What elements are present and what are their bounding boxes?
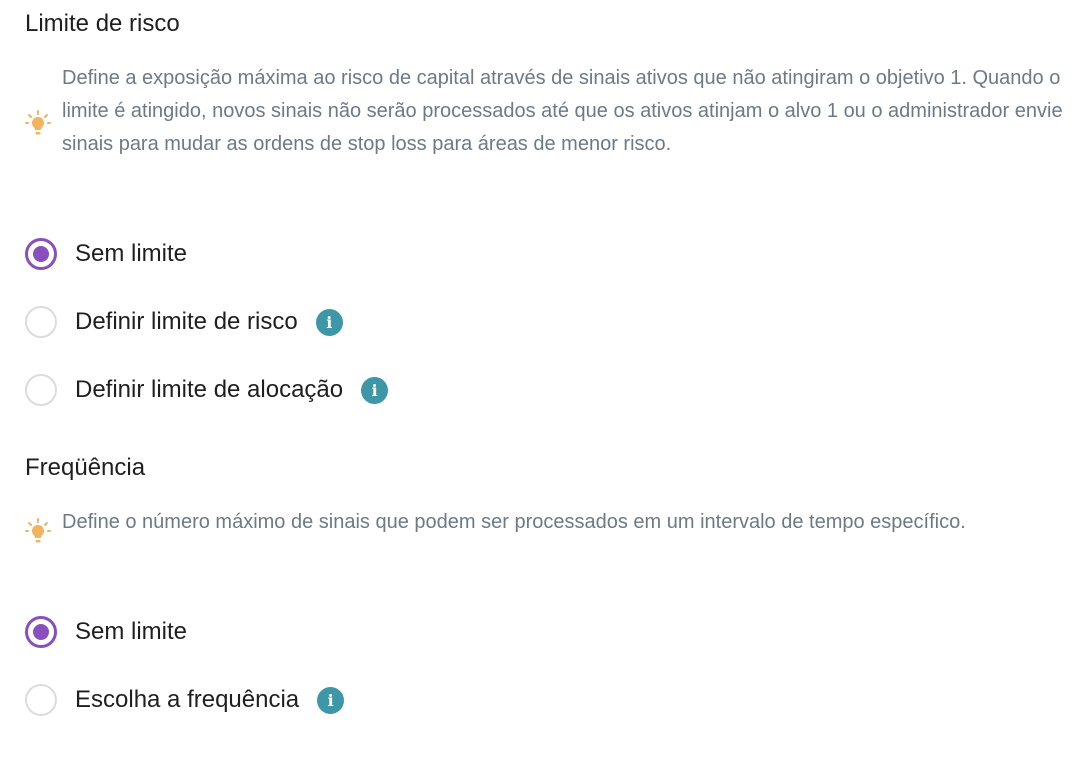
radio-label: Sem limite: [75, 618, 188, 645]
radio-option-choose-frequency[interactable]: Escolha a frequência i: [25, 682, 345, 718]
radio-option-set-allocation-limit[interactable]: Definir limite de alocação i: [25, 372, 389, 408]
radio-option-set-risk-limit[interactable]: Definir limite de risco i: [25, 304, 343, 340]
frequency-hint: Define o número máximo de sinais que pod…: [62, 511, 966, 533]
lightbulb-icon: [25, 110, 51, 135]
frequency-title: Freqüência: [25, 454, 146, 481]
lightbulb-icon: [25, 518, 51, 543]
info-icon[interactable]: i: [361, 376, 389, 404]
risk-limit-hint: Define a exposição máxima ao risco de ca…: [62, 67, 1063, 155]
radio-option-no-risk-limit[interactable]: Sem limite: [25, 236, 187, 272]
radio-button[interactable]: [25, 238, 57, 270]
radio-button[interactable]: [25, 374, 57, 406]
radio-label: Sem limite: [75, 240, 188, 267]
radio-button[interactable]: [25, 616, 57, 648]
radio-option-no-frequency-limit[interactable]: Sem limite: [25, 614, 187, 650]
info-icon[interactable]: i: [315, 308, 343, 336]
info-icon[interactable]: i: [317, 686, 345, 714]
radio-label: Definir limite de risco: [75, 308, 298, 335]
risk-limit-title: Limite de risco: [25, 10, 180, 37]
radio-label: Definir limite de alocação: [75, 376, 344, 403]
radio-button[interactable]: [25, 684, 57, 716]
radio-label: Escolha a frequência: [75, 686, 300, 713]
radio-button[interactable]: [25, 306, 57, 338]
